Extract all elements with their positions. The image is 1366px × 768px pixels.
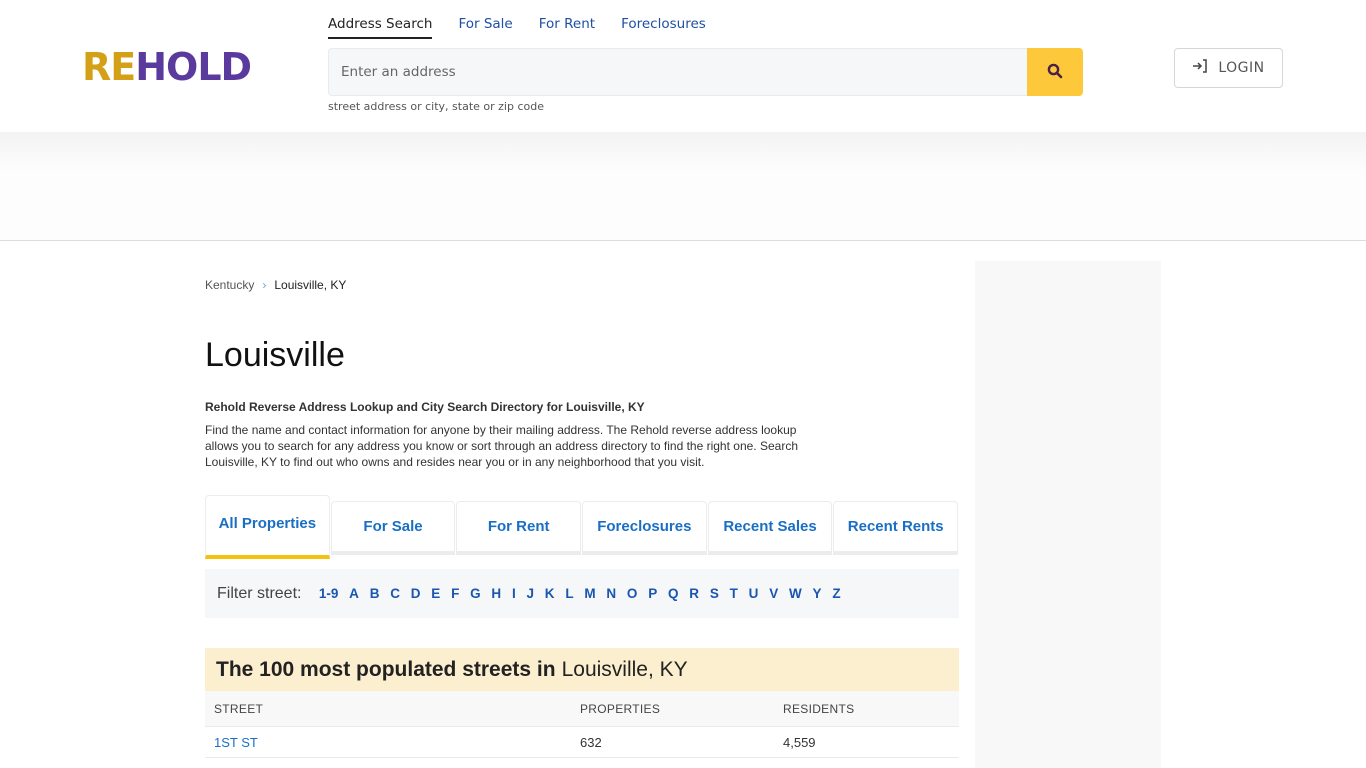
filter-letter-m[interactable]: M — [584, 586, 595, 601]
filter-letter-j[interactable]: J — [526, 586, 534, 601]
search-hint: street address or city, state or zip cod… — [328, 100, 544, 113]
properties-count: 632 — [580, 734, 602, 750]
login-button[interactable]: LOGIN — [1174, 48, 1283, 88]
nav-for-sale[interactable]: For Sale — [458, 16, 512, 39]
filter-letter-q[interactable]: Q — [668, 586, 679, 601]
rehold-logo[interactable]: REHOLD — [82, 45, 252, 89]
tab-all-properties[interactable]: All Properties — [205, 495, 330, 559]
filter-letter-u[interactable]: U — [749, 586, 759, 601]
breadcrumb: Kentucky › Louisville, KY — [205, 278, 346, 292]
street-filter: Filter street: 1-9 A B C D E F G H I J K L M N O P Q R S T U V… — [205, 569, 959, 618]
filter-letter-v[interactable]: V — [769, 586, 778, 601]
login-label: LOGIN — [1218, 60, 1265, 76]
table-title-bold: The 100 most populated streets in — [216, 657, 556, 681]
filter-letter-k[interactable]: K — [545, 586, 555, 601]
filter-letter-w[interactable]: W — [789, 586, 802, 601]
tab-foreclosures[interactable]: Foreclosures — [582, 501, 707, 555]
header-divider — [0, 240, 1366, 241]
filter-letter-h[interactable]: H — [491, 586, 501, 601]
nav-for-rent[interactable]: For Rent — [539, 16, 595, 39]
property-tabs: All Properties For Sale For Rent Foreclo… — [205, 495, 959, 559]
tab-recent-sales[interactable]: Recent Sales — [707, 501, 833, 555]
filter-letter-r[interactable]: R — [689, 586, 699, 601]
tab-for-sale[interactable]: For Sale — [330, 501, 456, 555]
filter-letter-d[interactable]: D — [411, 586, 421, 601]
column-header-properties: PROPERTIES — [580, 701, 661, 716]
table-row: 1ST ST 632 4,559 — [205, 727, 959, 758]
tab-for-rent[interactable]: For Rent — [456, 501, 582, 555]
filter-letter-c[interactable]: C — [390, 586, 400, 601]
address-search-input[interactable] — [328, 48, 1027, 96]
nav-foreclosures[interactable]: Foreclosures — [621, 16, 706, 39]
logo-part-hold: HOLD — [135, 45, 252, 89]
tab-recent-rents[interactable]: Recent Rents — [833, 501, 959, 555]
table-body: 1ST ST 632 4,559 — [205, 727, 959, 758]
filter-letter-l[interactable]: L — [565, 586, 573, 601]
filter-letter-o[interactable]: O — [627, 586, 638, 601]
filter-letter-a[interactable]: A — [349, 586, 359, 601]
login-icon — [1192, 59, 1208, 77]
page-subheading: Rehold Reverse Address Lookup and City S… — [205, 400, 645, 414]
street-link[interactable]: 1ST ST — [214, 735, 258, 750]
filter-letter-y[interactable]: Y — [813, 586, 822, 601]
filter-letter-g[interactable]: G — [470, 586, 481, 601]
main-nav: Address Search For Sale For Rent Foreclo… — [328, 16, 706, 39]
filter-letter-i[interactable]: I — [512, 586, 516, 601]
search-button[interactable] — [1027, 48, 1083, 96]
column-header-street: STREET — [214, 701, 264, 716]
top-ad-area — [0, 172, 1366, 240]
filter-letters: 1-9 A B C D E F G H I J K L M N O P Q R S T U V W Y Z — [313, 585, 845, 603]
breadcrumb-kentucky[interactable]: Kentucky — [205, 278, 254, 292]
filter-letter-b[interactable]: B — [370, 586, 380, 601]
nav-address-search[interactable]: Address Search — [328, 16, 433, 39]
search-icon — [1047, 63, 1063, 82]
filter-letter-t[interactable]: T — [730, 586, 738, 601]
breadcrumb-current: Louisville, KY — [274, 278, 347, 292]
chevron-right-icon: › — [262, 278, 267, 292]
filter-letter-z[interactable]: Z — [832, 586, 840, 601]
header-shadow — [0, 132, 1366, 172]
cell-street: 1ST ST — [205, 735, 571, 750]
table-title-city: Louisville, KY — [561, 657, 688, 681]
table-header-row: STREET PROPERTIES RESIDENTS — [205, 691, 959, 727]
filter-letter-f[interactable]: F — [451, 586, 459, 601]
address-search-bar — [328, 48, 1083, 96]
filter-letter-1-9[interactable]: 1-9 — [319, 586, 339, 601]
filter-letter-e[interactable]: E — [431, 586, 440, 601]
page-description: Find the name and contact information fo… — [205, 423, 798, 469]
cell-properties: 632 — [571, 735, 774, 750]
residents-count: 4,559 — [783, 734, 816, 750]
filter-letter-n[interactable]: N — [606, 586, 616, 601]
column-header-residents: RESIDENTS — [783, 701, 855, 716]
streets-table: STREET PROPERTIES RESIDENTS 1ST ST 632 4,5… — [205, 691, 959, 758]
cell-residents: 4,559 — [774, 735, 959, 750]
filter-letter-s[interactable]: S — [710, 586, 719, 601]
sidebar-ad-area — [975, 261, 1161, 768]
filter-letter-p[interactable]: P — [648, 586, 657, 601]
filter-label: Filter street: — [217, 584, 302, 602]
site-header: REHOLD Address Search For Sale For Rent … — [0, 0, 1366, 132]
logo-part-re: RE — [82, 45, 136, 89]
streets-table-title: The 100 most populated streets in Louisv… — [205, 648, 959, 691]
page-title: Louisville — [205, 336, 345, 374]
